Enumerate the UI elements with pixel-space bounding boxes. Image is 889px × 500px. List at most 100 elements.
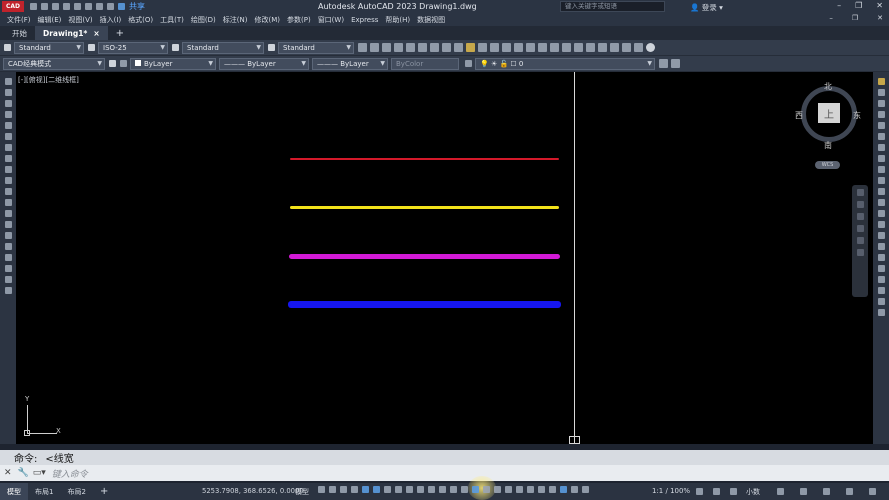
construction-line-icon[interactable] <box>4 89 12 96</box>
web-save-icon[interactable] <box>74 3 81 10</box>
new-icon[interactable] <box>358 43 367 52</box>
redo-icon[interactable] <box>107 3 114 10</box>
dynamic-input-icon[interactable] <box>351 486 358 493</box>
plotstyle-dropdown[interactable]: ByColor <box>391 57 459 70</box>
design-center-icon[interactable] <box>586 43 595 52</box>
offset-icon[interactable] <box>877 111 885 118</box>
dynamic-ucs-icon[interactable] <box>450 486 457 493</box>
ellipse-icon[interactable] <box>4 177 12 184</box>
stretch-icon[interactable] <box>877 166 885 173</box>
viewcube-top-face[interactable]: 上 <box>818 103 840 123</box>
menu-edit[interactable]: 编辑(E) <box>38 15 62 25</box>
menu-tools[interactable]: 工具(T) <box>160 15 184 25</box>
model-space-button[interactable]: 模型 <box>295 487 309 497</box>
menu-window[interactable]: 窗口(W) <box>318 15 344 25</box>
circle-icon[interactable] <box>4 144 12 151</box>
ortho-icon[interactable] <box>362 486 369 493</box>
fillet-icon[interactable] <box>877 243 885 250</box>
showmotion-icon[interactable] <box>856 237 864 244</box>
menu-draw[interactable]: 绘图(D) <box>191 15 216 25</box>
draworder-icon[interactable] <box>877 298 885 305</box>
blend-curves-icon[interactable] <box>877 254 885 261</box>
snap-icon[interactable] <box>329 486 336 493</box>
viewport-controls-label[interactable]: [-][俯视][二维线框] <box>18 75 79 85</box>
allow-ucs-icon[interactable] <box>428 486 435 493</box>
selection-cycling-icon[interactable] <box>494 486 501 493</box>
point-icon[interactable] <box>4 221 12 228</box>
rotate-icon[interactable] <box>877 144 885 151</box>
help-search-input[interactable]: 键入关键字或短语 <box>560 1 665 12</box>
align-icon[interactable] <box>877 309 885 316</box>
tab-drawing1[interactable]: Drawing1* × <box>35 26 108 40</box>
table-style-dropdown[interactable]: Standard ▼ <box>182 41 264 54</box>
3d-print-icon[interactable] <box>430 43 439 52</box>
doc-minimize-icon[interactable]: – <box>829 14 833 22</box>
open-file-icon[interactable] <box>41 3 48 10</box>
drawn-line-yellow[interactable] <box>290 206 559 209</box>
open-icon[interactable] <box>370 43 379 52</box>
scale-icon[interactable] <box>877 155 885 162</box>
transparency-icon[interactable] <box>483 486 490 493</box>
tool-palettes-icon[interactable] <box>598 43 607 52</box>
layer-properties-icon[interactable] <box>465 60 472 67</box>
add-selected-icon[interactable] <box>4 287 12 294</box>
properties-icon[interactable] <box>574 43 583 52</box>
zoom-window-icon[interactable] <box>550 43 559 52</box>
arc-icon[interactable] <box>4 133 12 140</box>
mirror-icon[interactable] <box>877 100 885 107</box>
workspace-switch-icon[interactable] <box>696 488 703 495</box>
drawn-line-blue[interactable] <box>288 301 561 308</box>
units-readout[interactable]: 小数 <box>746 487 760 497</box>
menu-insert[interactable]: 插入(I) <box>100 15 122 25</box>
lineweight-dropdown[interactable]: ——— ByLayer ▼ <box>312 57 388 70</box>
polygon-icon[interactable] <box>4 111 12 118</box>
ellipse-arc-icon[interactable] <box>4 188 12 195</box>
isodraft-icon[interactable] <box>384 486 391 493</box>
color-dropdown[interactable]: ByLayer ▼ <box>130 57 216 70</box>
block-editor-icon[interactable] <box>490 43 499 52</box>
tab-layout1[interactable]: 布局1 <box>28 483 60 500</box>
mleader-style-dropdown[interactable]: Standard ▼ <box>278 41 354 54</box>
insert-block-icon[interactable] <box>4 199 12 206</box>
infer-constraints-icon[interactable] <box>340 486 347 493</box>
menu-file[interactable]: 文件(F) <box>7 15 31 25</box>
publish-icon[interactable] <box>418 43 427 52</box>
isolate-objects-icon[interactable] <box>571 486 578 493</box>
drawn-line-magenta[interactable] <box>289 254 560 259</box>
save-icon[interactable] <box>382 43 391 52</box>
drawing-canvas[interactable]: [-][俯视][二维线框] 上 北 南 东 西 WCS Y X <box>16 72 873 444</box>
dim-style-dropdown[interactable]: ISO-25 ▼ <box>98 41 168 54</box>
menu-view[interactable]: 视图(V) <box>68 15 92 25</box>
clean-screen-icon[interactable] <box>823 488 830 495</box>
linetype-dropdown[interactable]: ——— ByLayer ▼ <box>219 57 309 70</box>
zoom-previous-icon[interactable] <box>562 43 571 52</box>
workspace-dropdown[interactable]: CAD经典模式 ▼ <box>3 57 105 70</box>
polyline-icon[interactable] <box>4 100 12 107</box>
preview-icon[interactable] <box>406 43 415 52</box>
menu-parametric[interactable]: 参数(P) <box>287 15 311 25</box>
chamfer-icon[interactable] <box>877 232 885 239</box>
extend-icon[interactable] <box>877 188 885 195</box>
move-icon[interactable] <box>877 133 885 140</box>
erase-icon[interactable] <box>877 78 885 85</box>
new-file-icon[interactable] <box>30 3 37 10</box>
line-icon[interactable] <box>4 78 12 85</box>
quick-properties-icon[interactable] <box>549 486 556 493</box>
doc-restore-icon[interactable]: ❐ <box>852 14 858 22</box>
customization-icon[interactable] <box>846 488 853 495</box>
explode-icon[interactable] <box>877 265 885 272</box>
minimize-icon[interactable]: – <box>837 1 841 10</box>
command-recent-icon[interactable]: ▭▾ <box>33 468 46 478</box>
drawn-line-red[interactable] <box>290 158 559 160</box>
spline-icon[interactable] <box>4 166 12 173</box>
copy-icon[interactable] <box>454 43 463 52</box>
menu-modify[interactable]: 修改(M) <box>254 15 280 25</box>
maximize-icon[interactable]: ❐ <box>855 1 862 10</box>
markup-icon[interactable] <box>622 43 631 52</box>
share-button[interactable]: 共享 <box>129 1 145 12</box>
undo-icon[interactable] <box>502 43 511 52</box>
layer-dropdown[interactable]: 💡 ☀ 🔓 ☐ 0 ▼ <box>475 57 655 70</box>
array-icon[interactable] <box>877 122 885 129</box>
menu-express[interactable]: Express <box>351 16 378 24</box>
nav-customize-icon[interactable] <box>856 249 864 256</box>
